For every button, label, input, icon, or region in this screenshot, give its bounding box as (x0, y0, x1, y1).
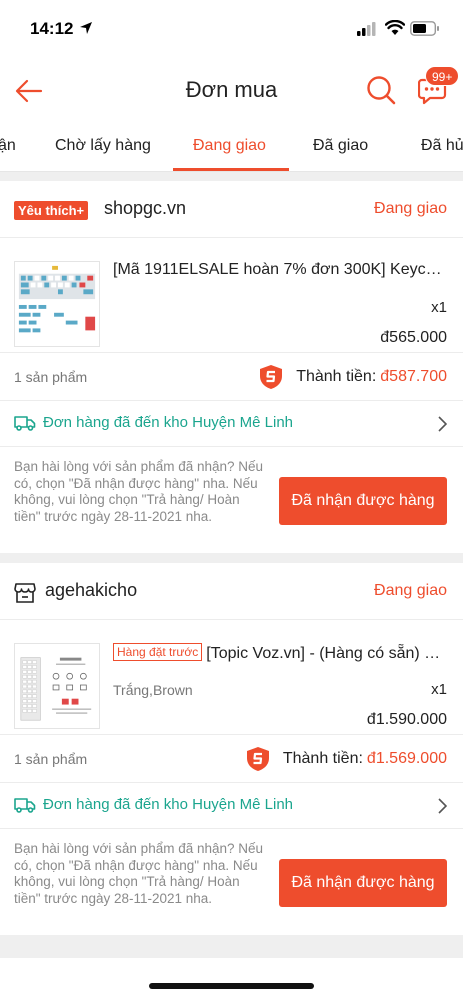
shopee-guarantee-icon (246, 747, 269, 771)
shop-name[interactable]: shopgc.vn (104, 198, 186, 219)
truck-icon (14, 416, 36, 431)
order-tabs: ận Chờ lấy hàng Đang giao Đã giao Đã hủ (0, 122, 463, 172)
tab-da-huy[interactable]: Đã hủ (421, 137, 463, 155)
order-status: Đang giao (374, 200, 447, 217)
order-received-button[interactable]: Đã nhận được hàng (279, 477, 447, 525)
confirm-row: Bạn hài lòng với sản phẩm đã nhận? Nếu c… (0, 459, 463, 553)
shop-icon (14, 583, 36, 603)
confirm-note: Bạn hài lòng với sản phẩm đã nhận? Nếu c… (14, 459, 264, 524)
item-count: 1 sản phẩm (14, 751, 88, 767)
tab-cho-lay-hang[interactable]: Chờ lấy hàng (55, 137, 151, 155)
shipping-status[interactable]: Đơn hàng đã đến kho Huyện Mê Linh (43, 414, 293, 431)
tab-dang-giao[interactable]: Đang giao (193, 137, 266, 155)
order-card[interactable]: agehakicho Đang giao Hàng đặt trước [Top… (0, 563, 463, 935)
product-price: đ1.590.000 (366, 711, 447, 728)
active-tab-indicator (173, 168, 289, 171)
product-price: đ565.000 (380, 329, 447, 346)
product-variant: Trắng,Brown (113, 682, 193, 698)
total-value: đ1.569.000 (366, 750, 447, 767)
truck-icon (14, 798, 36, 813)
product-thumbnail[interactable] (14, 261, 100, 347)
search-icon[interactable] (366, 75, 396, 105)
chevron-right-icon[interactable] (437, 416, 447, 432)
location-arrow-icon (80, 22, 92, 34)
status-time: 14:12 (30, 19, 74, 38)
order-card[interactable]: Yêu thích+ shopgc.vn Đang giao [Mã 1911E… (0, 181, 463, 553)
chat-badge: 99+ (425, 66, 460, 86)
app-header: Đơn mua 99+ (0, 58, 463, 122)
shop-row[interactable]: agehakicho Đang giao (0, 563, 463, 619)
shop-name[interactable]: agehakicho (45, 580, 137, 601)
shipping-status[interactable]: Đơn hàng đã đến kho Huyện Mê Linh (43, 796, 293, 813)
order-total: Thành tiền: đ1.569.000 (245, 746, 447, 772)
product-thumbnail[interactable] (14, 643, 100, 729)
confirm-note: Bạn hài lòng với sản phẩm đã nhận? Nếu c… (14, 841, 264, 906)
bottom-safe-area (0, 958, 463, 1000)
chevron-right-icon[interactable] (437, 798, 447, 814)
tab-cho-xac-nhan[interactable]: ận (0, 137, 16, 155)
battery-icon (410, 21, 439, 36)
product-title[interactable]: [Topic Voz.vn] - (Hàng có sẵn) Bàn phím … (206, 645, 447, 662)
product-row[interactable]: [Mã 1911ELSALE hoàn 7% đơn 300K] Keychro… (0, 237, 463, 355)
shopee-guarantee-icon (260, 365, 283, 389)
total-label: Thành tiền: (296, 368, 377, 385)
status-bar: 14:12 (0, 0, 463, 58)
home-indicator[interactable] (149, 983, 314, 989)
order-total: Thành tiền: đ587.700 (258, 364, 447, 390)
total-value: đ587.700 (380, 368, 447, 385)
order-summary: 1 sản phẩm Thành tiền: đ1.569.000 (0, 734, 463, 782)
product-title-row[interactable]: Hàng đặt trước [Topic Voz.vn] - (Hàng có … (113, 643, 447, 663)
favorite-plus-badge: Yêu thích+ (14, 201, 89, 220)
tab-da-giao[interactable]: Đã giao (313, 137, 368, 155)
confirm-row: Bạn hài lòng với sản phẩm đã nhận? Nếu c… (0, 841, 463, 935)
divider (0, 828, 463, 829)
shipping-status-row[interactable]: Đơn hàng đã đến kho Huyện Mê Linh (0, 782, 463, 828)
product-row[interactable]: Hàng đặt trước [Topic Voz.vn] - (Hàng có … (0, 619, 463, 737)
shop-row[interactable]: Yêu thích+ shopgc.vn Đang giao (0, 181, 463, 237)
shipping-status-row[interactable]: Đơn hàng đã đến kho Huyện Mê Linh (0, 400, 463, 446)
total-label: Thành tiền: (282, 750, 363, 767)
item-count: 1 sản phẩm (14, 369, 88, 385)
product-quantity: x1 (431, 681, 447, 698)
order-summary: 1 sản phẩm Thành tiền: đ587.700 (0, 352, 463, 400)
divider (0, 446, 463, 447)
product-quantity: x1 (431, 299, 447, 316)
wifi-icon (385, 20, 405, 35)
product-title[interactable]: [Mã 1911ELSALE hoàn 7% đơn 300K] Keychro… (113, 261, 447, 279)
signal-icon (357, 22, 376, 36)
order-status: Đang giao (374, 582, 447, 599)
preorder-tag: Hàng đặt trước (113, 643, 203, 661)
order-received-button[interactable]: Đã nhận được hàng (279, 859, 447, 907)
